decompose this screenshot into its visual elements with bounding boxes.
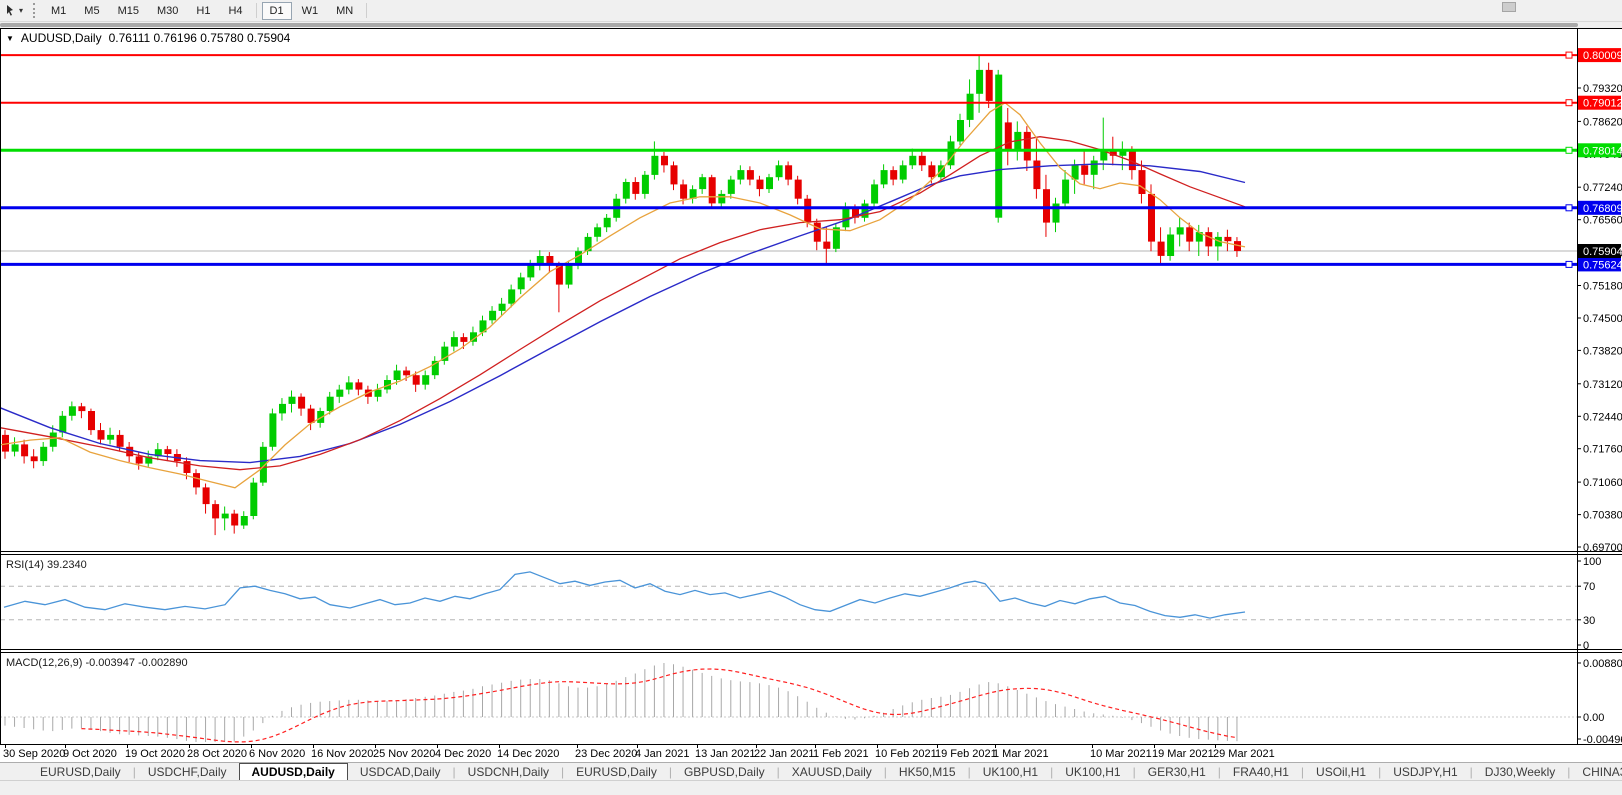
time-axis-label: 25 Nov 2020 [373, 748, 435, 760]
time-axis-label: 30 Sep 2020 [3, 748, 65, 760]
time-axis-label: 10 Mar 2021 [1090, 748, 1152, 760]
svg-text:0.70380: 0.70380 [1583, 510, 1622, 522]
svg-text:0.69700: 0.69700 [1583, 542, 1622, 554]
timeframe-button-mn[interactable]: MN [328, 2, 361, 20]
time-axis-label: 4 Jan 2021 [635, 748, 689, 760]
chart-cursor-icon[interactable] [3, 3, 19, 19]
chart-ohlc-values: 0.76111 0.76196 0.75780 0.75904 [109, 31, 291, 45]
tab-eurusd-daily[interactable]: EURUSD,Daily [28, 763, 133, 780]
timeframe-button-h1[interactable]: H1 [188, 2, 218, 20]
chart-symbol-period: AUDUSD,Daily [21, 31, 102, 45]
svg-text:0.76560: 0.76560 [1583, 215, 1622, 227]
svg-text:0.75624: 0.75624 [1583, 259, 1622, 271]
svg-text:0.71760: 0.71760 [1583, 444, 1622, 456]
svg-text:0.78014: 0.78014 [1583, 145, 1622, 157]
tab-ger30-h1[interactable]: GER30,H1 [1136, 763, 1218, 780]
tab-usdchf-daily[interactable]: USDCHF,Daily [136, 763, 239, 780]
tab-usoil-h1[interactable]: USOil,H1 [1304, 763, 1378, 780]
tab-hk50-m15[interactable]: HK50,M15 [887, 763, 968, 780]
timeframe-button-w1[interactable]: W1 [294, 2, 327, 20]
svg-text:0: 0 [1583, 640, 1589, 652]
cursor-dropdown-caret-icon[interactable]: ▾ [19, 6, 23, 15]
collapse-caret-icon[interactable]: ▼ [6, 34, 14, 43]
timeframe-button-d1[interactable]: D1 [262, 2, 292, 20]
svg-text:0.73120: 0.73120 [1583, 379, 1622, 391]
rsi-label: RSI(14) 39.2340 [6, 559, 87, 571]
timeframe-button-m1[interactable]: M1 [43, 2, 74, 20]
time-axis[interactable]: 30 Sep 20209 Oct 2020 19 Oct 202028 Oct 2… [0, 745, 1622, 762]
tab-gbpusd-daily[interactable]: GBPUSD,Daily [672, 763, 777, 780]
time-axis-label: 1 Feb 2021 [813, 748, 869, 760]
status-bar [0, 780, 1622, 795]
svg-text:0.80009: 0.80009 [1583, 50, 1622, 62]
time-axis-label: 14 Dec 2020 [497, 748, 559, 760]
tab-uk100-h1[interactable]: UK100,H1 [1053, 763, 1132, 780]
time-axis-label: 10 Feb 2021 [875, 748, 937, 760]
svg-text:0.75180: 0.75180 [1583, 281, 1622, 293]
toolbar-separator [256, 3, 257, 18]
tab-usdjpy-h1[interactable]: USDJPY,H1 [1381, 763, 1469, 780]
time-axis-label: 19 Oct 2020 [125, 748, 185, 760]
top-toolbar: ▾ M1M5M15M30H1H4 D1W1MN [0, 0, 1622, 22]
chart-tabs-bar: EURUSD,Daily|USDCHF,DailyAUDUSD,DailyUSD… [0, 762, 1622, 780]
time-axis-label: 6 Nov 2020 [249, 748, 305, 760]
tab-xauusd-daily[interactable]: XAUUSD,Daily [780, 763, 884, 780]
macd-label: MACD(12,26,9) -0.003947 -0.002890 [6, 657, 188, 669]
chart-canvas[interactable]: 0.793200.786200.779400.772400.765600.758… [0, 28, 1622, 745]
time-axis-label: 19 Feb 2021 [935, 748, 997, 760]
time-axis-label: 28 Oct 2020 [187, 748, 247, 760]
svg-text:0.76809: 0.76809 [1583, 203, 1622, 215]
timeframe-button-m30[interactable]: M30 [149, 2, 186, 20]
svg-text:0.75904: 0.75904 [1583, 246, 1622, 258]
toolbar-endcap [1502, 2, 1516, 12]
tab-eurusd-daily[interactable]: EURUSD,Daily [564, 763, 669, 780]
toolbar-separator [366, 3, 367, 18]
toolbar-grip[interactable] [33, 3, 36, 18]
time-axis-label: 16 Nov 2020 [311, 748, 373, 760]
svg-text:0.008807: 0.008807 [1583, 658, 1622, 670]
tab-fra40-h1[interactable]: FRA40,H1 [1221, 763, 1301, 780]
tab-usdcnh-daily[interactable]: USDCNH,Daily [456, 763, 561, 780]
svg-text:0.00: 0.00 [1583, 712, 1604, 724]
svg-text:0.78620: 0.78620 [1583, 116, 1622, 128]
tab-usdcad-daily[interactable]: USDCAD,Daily [348, 763, 453, 780]
svg-text:0.72440: 0.72440 [1583, 411, 1622, 423]
svg-text:100: 100 [1583, 556, 1601, 568]
time-axis-label: 4 Dec 2020 [435, 748, 491, 760]
svg-text:0.73820: 0.73820 [1583, 345, 1622, 357]
timeframe-button-h4[interactable]: H4 [220, 2, 250, 20]
time-axis-label: 29 Mar 2021 [1213, 748, 1275, 760]
tab-uk100-h1[interactable]: UK100,H1 [971, 763, 1050, 780]
svg-text:-0.004961: -0.004961 [1583, 734, 1622, 745]
tab-china300-h1[interactable]: CHINA300,H1 [1570, 763, 1622, 780]
timeframe-button-m5[interactable]: M5 [76, 2, 107, 20]
time-axis-label: 19 Mar 2021 [1152, 748, 1214, 760]
chart-title: ▼ AUDUSD,Daily 0.76111 0.76196 0.75780 0… [6, 31, 290, 45]
time-axis-label: 1 Mar 2021 [993, 748, 1049, 760]
svg-text:0.74500: 0.74500 [1583, 313, 1622, 325]
hscrollbar-thumb[interactable] [0, 23, 1578, 27]
svg-text:0.71060: 0.71060 [1583, 477, 1622, 489]
svg-text:30: 30 [1583, 615, 1595, 627]
svg-text:70: 70 [1583, 581, 1595, 593]
time-axis-label: 13 Jan 2021 [695, 748, 756, 760]
svg-text:0.79320: 0.79320 [1583, 83, 1622, 95]
time-axis-label: 9 Oct 2020 [63, 748, 117, 760]
svg-text:0.79012: 0.79012 [1583, 98, 1622, 110]
tab-audusd-daily[interactable]: AUDUSD,Daily [239, 763, 348, 780]
svg-text:0.77240: 0.77240 [1583, 182, 1622, 194]
chart-window: 0.793200.786200.779400.772400.765600.758… [0, 28, 1622, 745]
time-axis-label: 23 Dec 2020 [575, 748, 637, 760]
timeframe-button-m15[interactable]: M15 [110, 2, 147, 20]
tab-dj30-weekly[interactable]: DJ30,Weekly [1473, 763, 1567, 780]
time-axis-label: 22 Jan 2021 [754, 748, 815, 760]
